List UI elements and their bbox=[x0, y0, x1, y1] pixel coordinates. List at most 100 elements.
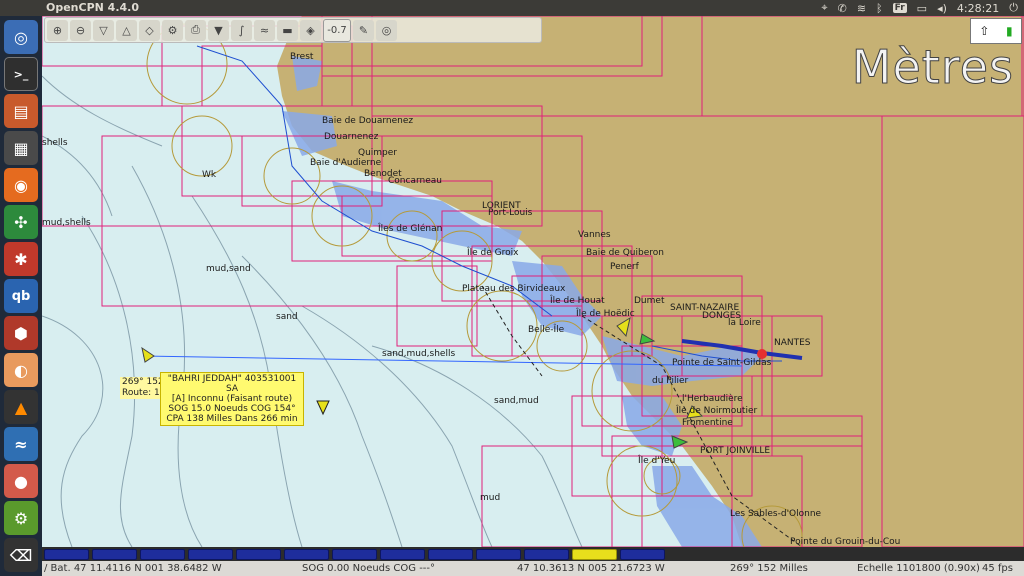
options-icon[interactable]: ⚙ bbox=[162, 19, 183, 41]
chart-label: Île de Groix bbox=[467, 248, 519, 258]
chart-label: Baie de Douarnenez bbox=[322, 116, 414, 126]
firefox-icon[interactable]: ◉ bbox=[4, 168, 38, 202]
chart-label: mud,sand bbox=[206, 264, 251, 274]
window-title: OpenCPN 4.4.0 bbox=[46, 1, 140, 14]
chart-label: sand,mud,shells bbox=[382, 349, 456, 359]
chart-label: Brest bbox=[290, 52, 314, 62]
ais-sog-cog: SOG 15.0 Noeuds COG 154° bbox=[168, 404, 296, 414]
chart-canvas[interactable]: Brest Baie de Douarnenez Douarnenez Quim… bbox=[42, 16, 1024, 547]
zoom-out-icon[interactable]: ⊖ bbox=[70, 19, 91, 41]
piano-key[interactable] bbox=[332, 548, 377, 560]
qbittorrent-icon[interactable]: qb bbox=[4, 279, 38, 313]
bluetooth-icon[interactable]: ᛒ bbox=[876, 2, 883, 15]
dolphin-icon[interactable]: ≈ bbox=[4, 427, 38, 461]
chart-label: l'Herbaudière bbox=[682, 394, 743, 404]
chart-label: PORT JOINVILLE bbox=[700, 446, 771, 456]
piano-key[interactable] bbox=[92, 548, 137, 560]
piano-key[interactable] bbox=[188, 548, 233, 560]
piano-key[interactable] bbox=[284, 548, 329, 560]
ais-cpa: CPA 138 Milles Dans 266 min bbox=[166, 414, 298, 424]
volume-icon[interactable]: ◂) bbox=[937, 2, 947, 15]
power-icon[interactable]: ⏻ bbox=[1009, 1, 1018, 15]
chart-label: Baie d'Audierne bbox=[310, 158, 382, 168]
chart-label: Île de Noirmoutier bbox=[676, 406, 758, 416]
software-center-icon[interactable]: ⬢ bbox=[4, 316, 38, 350]
chart-label: Port-Louis bbox=[488, 208, 533, 218]
chart-label: Îles de Glénan bbox=[378, 224, 443, 234]
chart-label: mud bbox=[480, 493, 501, 503]
print-icon[interactable]: ⎙ bbox=[185, 19, 206, 41]
vlc-icon[interactable]: ▲ bbox=[4, 390, 38, 424]
system-tray: ⌖ ✆ ≋ ᛒ Fr ▭ ◂) 4:28:21 ⏻ bbox=[821, 1, 1018, 15]
calculator-icon[interactable]: ▦ bbox=[4, 131, 38, 165]
ais-class: [A] Inconnu (Faisant route) bbox=[171, 394, 293, 404]
chart-label: Île de Hoëdic bbox=[576, 309, 635, 319]
chat-icon[interactable]: ✆ bbox=[838, 2, 847, 15]
piano-key[interactable] bbox=[572, 548, 617, 560]
terminal-icon[interactable]: >_ bbox=[4, 57, 38, 91]
ais-icon[interactable]: ▼ bbox=[208, 19, 229, 41]
zoom-in-icon[interactable]: ⊕ bbox=[47, 19, 68, 41]
main-toolbar: ⊕ ⊖ ▽ △ ◇ ⚙ ⎙ ▼ ∫ ≈ ▬ ◈ -0.7 ✎ ◎ bbox=[44, 17, 542, 43]
chart-label: Fromentine bbox=[682, 418, 733, 428]
chart-label: du Pilier bbox=[652, 376, 689, 386]
route-icon[interactable]: ▽ bbox=[93, 19, 114, 41]
piano-key[interactable] bbox=[620, 548, 665, 560]
settings-icon[interactable]: ✱ bbox=[4, 242, 38, 276]
chart-piano-bar[interactable] bbox=[42, 547, 1024, 561]
ship-sog-cog: SOG 0.00 Noeuds COG ---° bbox=[302, 563, 436, 574]
chart-label: Wk bbox=[202, 170, 217, 180]
status-bar: / Bat. 47 11.4116 N 001 38.6482 W SOG 0.… bbox=[42, 561, 1024, 576]
track-icon[interactable]: ◇ bbox=[139, 19, 160, 41]
clock[interactable]: 4:28:21 bbox=[957, 2, 999, 15]
files-icon[interactable]: ▤ bbox=[4, 94, 38, 128]
ubuntu-dash-icon[interactable]: ◎ bbox=[4, 20, 38, 54]
piano-key[interactable] bbox=[524, 548, 569, 560]
chart-label: Baie de Quiberon bbox=[586, 248, 664, 258]
chart-label: Douarnenez bbox=[324, 132, 379, 142]
keyboard-layout-badge[interactable]: Fr bbox=[892, 3, 907, 13]
wifi-icon[interactable]: ≋ bbox=[857, 2, 866, 15]
about-icon[interactable]: ✎ bbox=[353, 19, 374, 41]
chart-label: Penerf bbox=[610, 262, 639, 272]
route-manager-icon[interactable]: ∫ bbox=[231, 19, 252, 41]
chart-label: Plateau des Birvideaux bbox=[462, 284, 566, 294]
fps-readout: 45 fps bbox=[982, 563, 1013, 574]
waypoint-icon[interactable]: △ bbox=[116, 19, 137, 41]
chart-label: Concarneau bbox=[388, 176, 442, 186]
chart-label: Belle-Île bbox=[528, 325, 565, 335]
scratch-icon[interactable]: ◐ bbox=[4, 353, 38, 387]
chart-label: Pointe du Grouin-du-Cou bbox=[790, 537, 901, 547]
piano-key[interactable] bbox=[140, 548, 185, 560]
colour-scheme-icon[interactable]: ◈ bbox=[300, 19, 321, 41]
chart-label: Vannes bbox=[578, 230, 611, 240]
depth-units-overlay: Mètres bbox=[851, 40, 1014, 95]
chart-label: NANTES bbox=[774, 338, 811, 348]
piano-key[interactable] bbox=[380, 548, 425, 560]
piano-key[interactable] bbox=[44, 548, 89, 560]
piano-key[interactable] bbox=[428, 548, 473, 560]
current-icon[interactable]: ▬ bbox=[277, 19, 298, 41]
piano-key[interactable] bbox=[476, 548, 521, 560]
north-up-icon: ⇧ bbox=[979, 24, 990, 38]
lifering-icon[interactable]: ◎ bbox=[376, 19, 397, 41]
battery-icon[interactable]: ▭ bbox=[917, 2, 927, 15]
nautical-chart[interactable] bbox=[42, 16, 1024, 547]
disks-icon[interactable]: ● bbox=[4, 464, 38, 498]
ship-position: / Bat. 47 11.4116 N 001 38.6482 W bbox=[44, 563, 222, 574]
piano-key[interactable] bbox=[236, 548, 281, 560]
chart-label: sand bbox=[276, 312, 298, 322]
gps-signal-icon: ▮ bbox=[1006, 24, 1013, 38]
chart-label: shells bbox=[42, 138, 68, 148]
trash-icon[interactable]: ⌫ bbox=[4, 538, 38, 572]
chart-label: Île de Houat bbox=[550, 296, 605, 306]
launcher: ◎ >_ ▤ ▦ ◉ ✣ ✱ qb ⬢ ◐ ▲ ≈ ● ⚙ ⌫ bbox=[0, 16, 42, 576]
opencpn-icon[interactable]: ✣ bbox=[4, 205, 38, 239]
chart-label: Dumet bbox=[634, 296, 665, 306]
zoom-level[interactable]: -0.7 bbox=[323, 18, 351, 42]
tide-icon[interactable]: ≈ bbox=[254, 19, 275, 41]
location-icon[interactable]: ⌖ bbox=[821, 1, 827, 15]
top-panel: OpenCPN 4.4.0 ⌖ ✆ ≋ ᛒ Fr ▭ ◂) 4:28:21 ⏻ bbox=[0, 0, 1024, 16]
chart-scale: Echelle 1101800 (0.90x) bbox=[857, 563, 980, 574]
tweak-icon[interactable]: ⚙ bbox=[4, 501, 38, 535]
